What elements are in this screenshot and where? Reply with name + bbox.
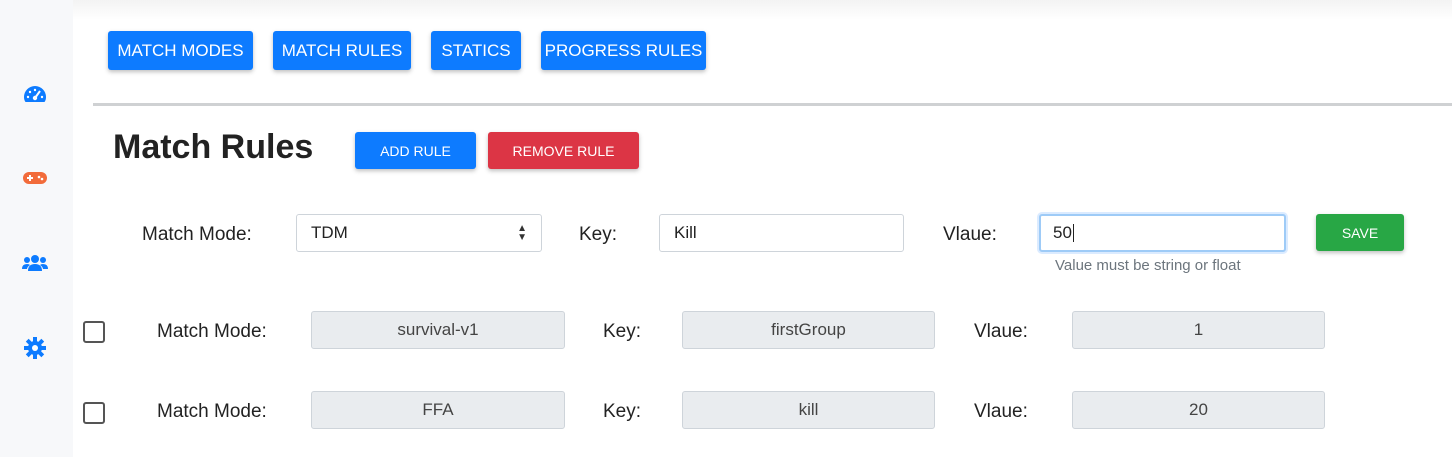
rule-key-field: firstGroup: [682, 311, 935, 349]
key-input[interactable]: Kill: [659, 214, 904, 252]
top-bar: [73, 0, 1452, 20]
sidebar: [0, 0, 73, 457]
users-icon[interactable]: [22, 250, 48, 276]
save-button[interactable]: SAVE: [1316, 214, 1404, 251]
rule-match-mode-label: Match Mode:: [157, 321, 267, 342]
rule-match-mode-field: survival-v1: [311, 311, 565, 349]
match-mode-label: Match Mode:: [142, 224, 252, 245]
tab-match-modes[interactable]: MATCH MODES: [108, 31, 253, 70]
select-caret-icon: ▲ ▼: [517, 223, 527, 243]
key-input-value: Kill: [674, 223, 697, 242]
dashboard-icon[interactable]: [22, 81, 48, 107]
value-input-value: 50: [1053, 223, 1072, 242]
rule-value-label: Vlaue:: [974, 401, 1028, 422]
add-rule-button[interactable]: ADD RULE: [355, 132, 476, 169]
rule-match-mode-field: FFA: [311, 391, 565, 429]
match-mode-select[interactable]: TDM ▲ ▼: [296, 214, 542, 252]
remove-rule-button[interactable]: REMOVE RULE: [488, 132, 639, 169]
rule-key-label: Key:: [603, 401, 642, 422]
match-mode-selected: TDM: [311, 223, 348, 242]
tab-match-rules[interactable]: MATCH RULES: [273, 31, 411, 70]
rule-value-field: 1: [1072, 311, 1325, 349]
key-label: Key:: [579, 224, 618, 245]
rule-key-field: kill: [682, 391, 935, 429]
tab-statics[interactable]: STATICS: [431, 31, 521, 70]
rule-match-mode-label: Match Mode:: [157, 401, 267, 422]
value-label: Vlaue:: [943, 224, 997, 245]
tab-progress-rules[interactable]: PROGRESS RULES: [541, 31, 706, 70]
value-input[interactable]: 50: [1039, 214, 1286, 252]
rule-value-field: 20: [1072, 391, 1325, 429]
value-hint: Value must be string or float: [1055, 257, 1241, 274]
page-title: Match Rules: [113, 128, 314, 166]
rule-value-label: Vlaue:: [974, 321, 1028, 342]
gear-icon[interactable]: [22, 335, 48, 361]
rule-checkbox[interactable]: [83, 402, 105, 424]
text-cursor: [1072, 224, 1074, 242]
rule-checkbox[interactable]: [83, 321, 105, 343]
gamepad-icon[interactable]: [22, 165, 48, 191]
rule-key-label: Key:: [603, 321, 642, 342]
divider: [93, 103, 1452, 106]
